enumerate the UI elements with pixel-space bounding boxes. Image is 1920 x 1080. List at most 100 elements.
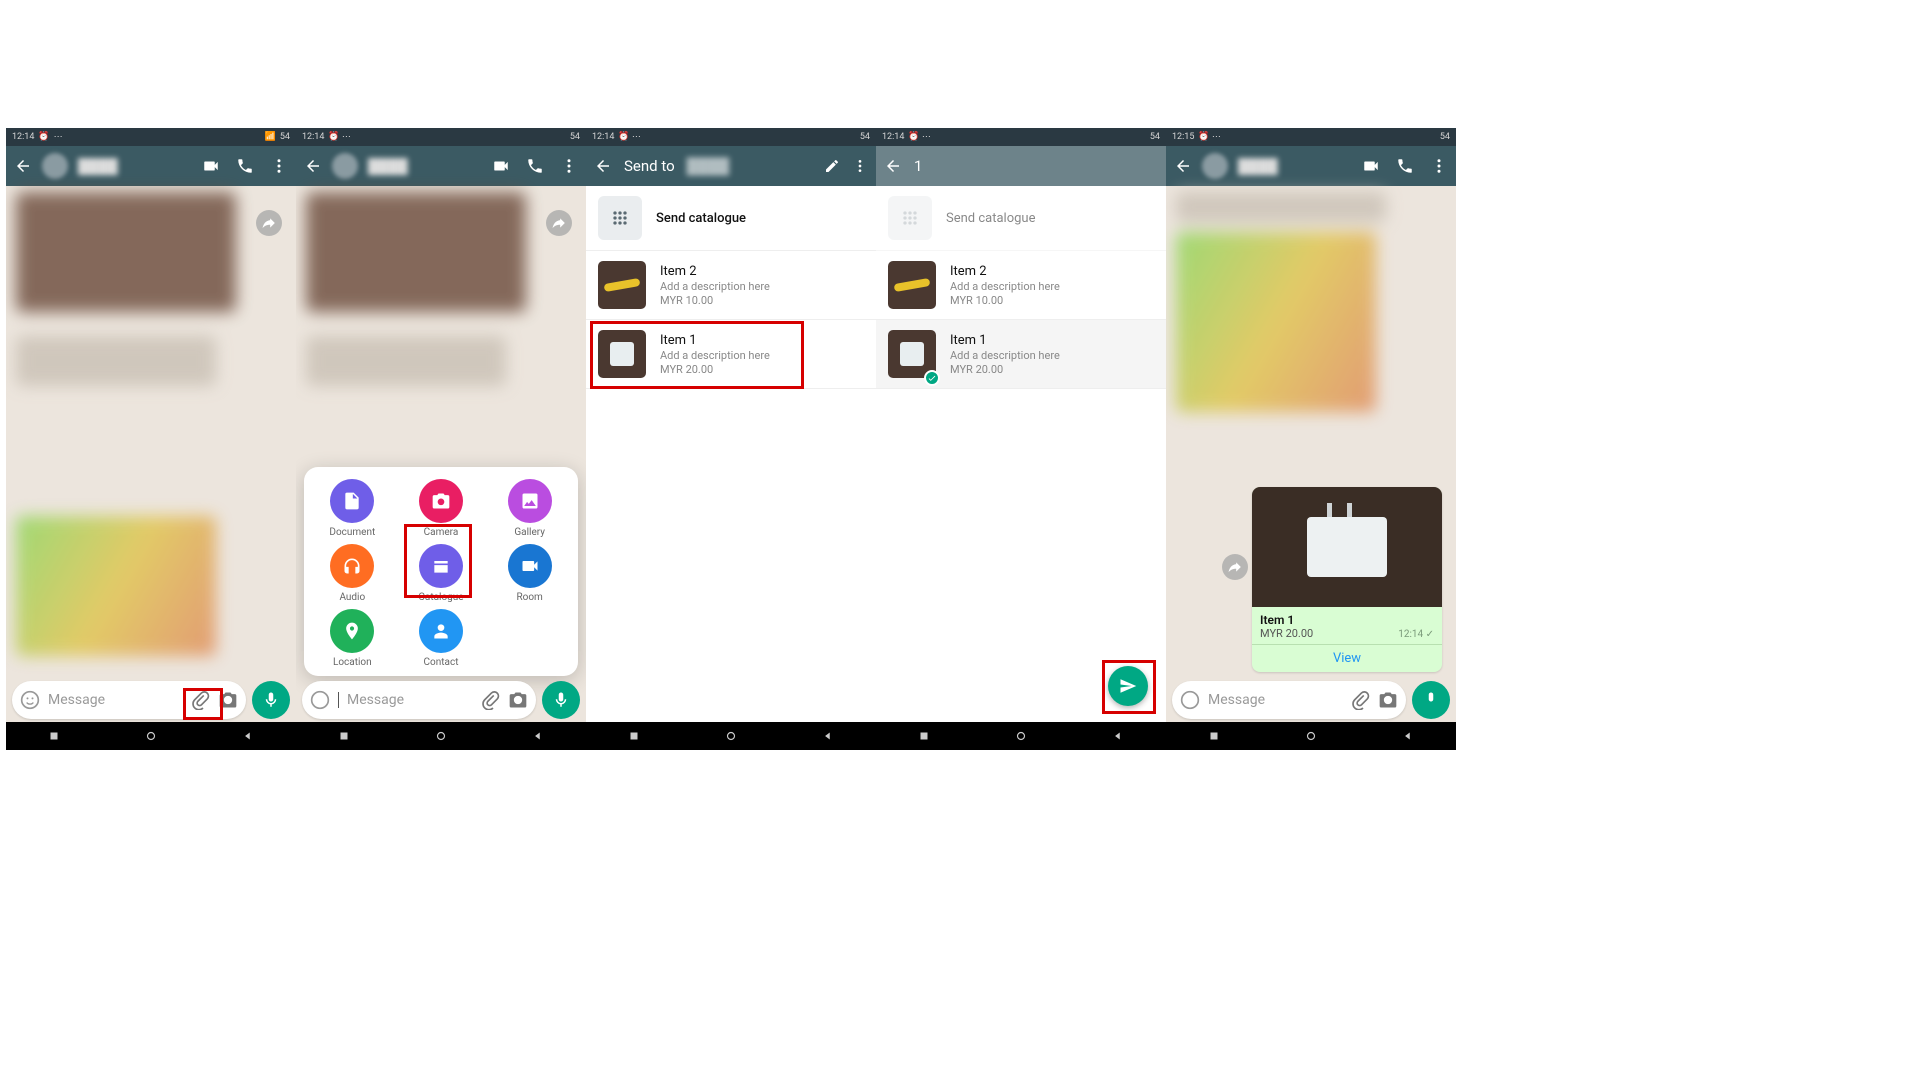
item-thumbnail [598, 330, 646, 378]
catalogue-list[interactable]: Send catalogue Item 2 Add a description … [876, 186, 1166, 750]
emoji-icon[interactable] [1180, 690, 1200, 710]
forward-icon[interactable] [546, 210, 572, 236]
send-catalogue-label: Send catalogue [656, 211, 864, 226]
nav-back-icon[interactable] [1111, 729, 1125, 743]
item-price: MYR 20.00 [950, 363, 1154, 376]
chat-area[interactable]: Document Camera Gallery Audio Catalogue … [296, 186, 586, 750]
status-battery: 54 [860, 132, 870, 142]
nav-recents-icon[interactable] [47, 729, 61, 743]
phone-icon[interactable] [1396, 157, 1414, 175]
video-icon[interactable] [1362, 157, 1380, 175]
item-name: Item 2 [950, 264, 1154, 279]
catalogue-item-1-selected[interactable]: Item 1 Add a description here MYR 20.00 [876, 320, 1166, 389]
status-signal-icon: 📶 [265, 132, 276, 142]
more-icon[interactable] [560, 157, 578, 175]
message-placeholder: Message [1208, 692, 1342, 708]
message-input[interactable]: Message [1172, 681, 1406, 719]
phone-icon[interactable] [236, 157, 254, 175]
view-button[interactable]: View [1252, 644, 1442, 672]
avatar[interactable] [1202, 153, 1228, 179]
contact-name[interactable]: ████ [78, 158, 192, 175]
status-icons: ⏰ ⋯ [618, 132, 640, 142]
input-bar: Message [296, 678, 586, 722]
more-icon[interactable] [270, 157, 288, 175]
camera-icon[interactable] [508, 690, 528, 710]
nav-back-icon[interactable] [531, 729, 545, 743]
message-input[interactable]: Message [302, 681, 536, 719]
more-icon[interactable] [1430, 157, 1448, 175]
video-icon[interactable] [492, 157, 510, 175]
attach-icon[interactable] [190, 690, 210, 710]
nav-recents-icon[interactable] [917, 729, 931, 743]
nav-recents-icon[interactable] [337, 729, 351, 743]
avatar[interactable] [42, 153, 68, 179]
mic-button[interactable] [1412, 681, 1450, 719]
attach-audio[interactable]: Audio [310, 544, 395, 603]
status-icons: ⏰ ⋯ [908, 132, 930, 142]
nav-home-icon[interactable] [434, 729, 448, 743]
forward-icon[interactable] [256, 210, 282, 236]
catalogue-item-2[interactable]: Item 2 Add a description here MYR 10.00 [876, 251, 1166, 320]
edit-icon[interactable] [824, 158, 840, 174]
nav-home-icon[interactable] [724, 729, 738, 743]
send-button[interactable] [1108, 666, 1148, 706]
attach-camera[interactable]: Camera [399, 479, 484, 538]
mic-button[interactable] [542, 681, 580, 719]
nav-recents-icon[interactable] [1207, 729, 1221, 743]
nav-home-icon[interactable] [1014, 729, 1028, 743]
send-catalogue-row[interactable]: Send catalogue [586, 186, 876, 251]
emoji-icon[interactable] [20, 690, 40, 710]
android-navbar [1166, 722, 1456, 750]
catalogue-item-2[interactable]: Item 2 Add a description here MYR 10.00 [586, 251, 876, 320]
chat-area[interactable] [6, 186, 296, 750]
grid-icon [598, 196, 642, 240]
video-icon[interactable] [202, 157, 220, 175]
camera-icon[interactable] [218, 690, 238, 710]
nav-back-icon[interactable] [1401, 729, 1415, 743]
forward-icon[interactable] [1222, 554, 1248, 580]
attach-location[interactable]: Location [310, 609, 395, 668]
message-input[interactable]: Message [12, 681, 246, 719]
contact-name[interactable]: ████ [368, 158, 482, 175]
back-icon[interactable] [1174, 157, 1192, 175]
nav-recents-icon[interactable] [627, 729, 641, 743]
check-icon: ✓ [1426, 629, 1434, 640]
contact-name[interactable]: ████ [1238, 158, 1352, 175]
item-name: Item 2 [660, 264, 864, 279]
attach-document[interactable]: Document [310, 479, 395, 538]
back-icon[interactable] [884, 157, 902, 175]
back-icon[interactable] [304, 157, 322, 175]
item-description: Add a description here [660, 349, 864, 362]
back-icon[interactable] [14, 157, 32, 175]
attach-icon[interactable] [480, 690, 500, 710]
attach-gallery[interactable]: Gallery [487, 479, 572, 538]
status-icons: ⏰ ⋯ [1198, 132, 1220, 142]
more-icon[interactable] [852, 158, 868, 174]
chat-header: ████ [296, 146, 586, 186]
emoji-icon[interactable] [310, 690, 330, 710]
attach-contact[interactable]: Contact [399, 609, 484, 668]
product-name: Item 1 [1260, 613, 1434, 627]
phone-icon[interactable] [526, 157, 544, 175]
android-navbar [6, 722, 296, 750]
nav-back-icon[interactable] [821, 729, 835, 743]
nav-back-icon[interactable] [241, 729, 255, 743]
status-time: 12:14 [882, 132, 904, 142]
attach-icon[interactable] [1350, 690, 1370, 710]
avatar[interactable] [332, 153, 358, 179]
catalogue-item-1[interactable]: Item 1 Add a description here MYR 20.00 [586, 320, 876, 389]
back-icon[interactable] [594, 157, 612, 175]
chat-area[interactable]: Today Item 1 MYR 20.00 12:14 ✓ View [1166, 186, 1456, 750]
mic-button[interactable] [252, 681, 290, 719]
nav-home-icon[interactable] [1304, 729, 1318, 743]
nav-home-icon[interactable] [144, 729, 158, 743]
send-catalogue-row[interactable]: Send catalogue [876, 186, 1166, 251]
item-name: Item 1 [660, 333, 864, 348]
status-battery: 54 [1440, 132, 1450, 142]
statusbar: 12:14⏰ ⋯ 54 [296, 128, 586, 146]
catalogue-list[interactable]: Send catalogue Item 2 Add a description … [586, 186, 876, 750]
attach-room[interactable]: Room [487, 544, 572, 603]
camera-icon[interactable] [1378, 690, 1398, 710]
product-message-bubble[interactable]: Item 1 MYR 20.00 12:14 ✓ View [1252, 487, 1442, 672]
attach-catalogue[interactable]: Catalogue [399, 544, 484, 603]
